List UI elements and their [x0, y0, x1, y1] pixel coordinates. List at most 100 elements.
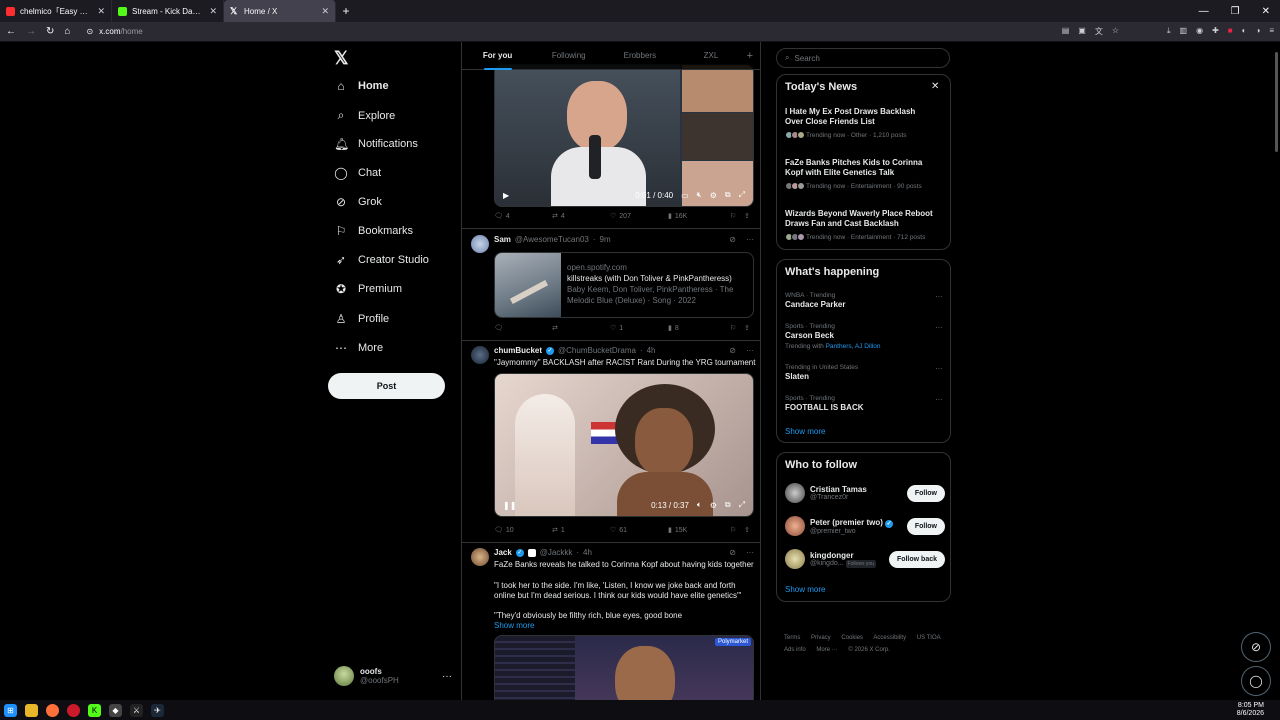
trend-topic[interactable]: Candace Parker: [785, 300, 845, 309]
video-player[interactable]: ❚❚ 0:13 / 0:37 🔈︎ ⚙ ⧉ ⤢: [494, 373, 754, 517]
account-icon[interactable]: ◉: [1196, 26, 1203, 37]
pip-icon[interactable]: ⧉: [725, 190, 731, 200]
reply-button[interactable]: 🗨︎ 4: [494, 212, 552, 221]
news-headline[interactable]: I Hate My Ex Post Draws Backlash Over Cl…: [785, 107, 935, 127]
share-icon[interactable]: ⇪: [744, 212, 754, 220]
video-player[interactable]: Polymarket: [494, 635, 754, 700]
search-input[interactable]: ⌕ Search: [776, 48, 950, 68]
author-name[interactable]: chumBucket: [494, 346, 542, 355]
avatar[interactable]: [785, 483, 805, 503]
views-button[interactable]: ▮ 16K: [668, 212, 722, 221]
repost-button[interactable]: ⇄ 1: [552, 526, 610, 535]
avatar[interactable]: [785, 516, 805, 536]
share-icon[interactable]: ⇪: [744, 526, 754, 534]
fullscreen-icon[interactable]: ⤢: [739, 190, 745, 200]
fullscreen-icon[interactable]: ⤢: [739, 500, 745, 510]
volume-icon[interactable]: 🔈︎: [697, 500, 702, 510]
pip-icon[interactable]: ⧉: [725, 500, 731, 510]
tab-following[interactable]: Following: [533, 51, 604, 60]
screenshot-icon[interactable]: ▣: [1078, 26, 1086, 37]
account-switcher[interactable]: ooofs @ooofsPH ···: [334, 666, 452, 686]
show-more-link[interactable]: Show more: [494, 621, 756, 631]
app-icon[interactable]: ◆: [109, 703, 122, 717]
views-button[interactable]: ▮ 8: [668, 324, 722, 333]
pause-icon[interactable]: ❚❚: [503, 501, 516, 510]
x-logo-icon[interactable]: 𝕏: [334, 48, 349, 69]
footer-link[interactable]: Privacy: [811, 635, 831, 641]
mute-icon[interactable]: 🔇︎: [697, 190, 702, 200]
system-clock[interactable]: 8:05 PM 8/6/2026: [1237, 702, 1280, 718]
extension-icon[interactable]: ■: [1228, 26, 1233, 37]
trend-topic[interactable]: Carson Beck: [785, 331, 834, 340]
nav-explore[interactable]: ⌕ Explore: [334, 108, 396, 123]
more-icon[interactable]: ···: [935, 364, 943, 373]
like-button[interactable]: ♡ 1: [610, 324, 668, 333]
nav-grok[interactable]: ⊘ Grok: [334, 195, 382, 209]
download-icon[interactable]: ⤓: [1167, 26, 1171, 37]
nav-profile[interactable]: ♙ Profile: [334, 312, 390, 326]
firefox-icon[interactable]: [46, 703, 59, 717]
windows-start-icon[interactable]: ⊞: [4, 703, 17, 717]
tab-erobbers[interactable]: Erobbers: [604, 51, 675, 60]
browser-tab-2[interactable]: Stream - Kick Dashboard ✕: [112, 0, 224, 22]
browser-tab-1[interactable]: chelmico「Easy Breezy」【Offi ✕: [0, 0, 112, 22]
author-handle[interactable]: @ChumBucketDrama: [558, 346, 636, 355]
maximize-icon[interactable]: ❐: [1231, 6, 1240, 17]
trend-topic[interactable]: FOOTBALL IS BACK: [785, 403, 864, 412]
more-icon[interactable]: ···: [746, 346, 754, 355]
extension-icon[interactable]: ◑: [1255, 26, 1260, 37]
footer-link[interactable]: Ads info: [784, 647, 806, 653]
avatar[interactable]: [471, 548, 489, 566]
captions-icon[interactable]: ▭: [681, 191, 689, 200]
more-icon[interactable]: ···: [935, 292, 943, 301]
tab-for-you[interactable]: For you: [462, 51, 533, 70]
scrollbar[interactable]: [1275, 52, 1278, 152]
close-icon[interactable]: ✕: [97, 6, 105, 17]
author-handle[interactable]: @Jackkk: [540, 548, 573, 557]
avatar[interactable]: [471, 346, 489, 364]
back-icon[interactable]: ←: [6, 26, 16, 37]
link-card[interactable]: open.spotify.com killstreaks (with Don T…: [494, 252, 754, 318]
nav-creator-studio[interactable]: ➶ Creator Studio: [334, 253, 429, 267]
forward-icon[interactable]: →: [26, 26, 36, 37]
play-icon[interactable]: ▶: [503, 191, 509, 200]
close-icon[interactable]: ✕: [209, 6, 217, 17]
follow-name[interactable]: Cristian Tamas: [810, 485, 867, 494]
follow-name[interactable]: Peter (premier two) ✓: [810, 518, 894, 528]
home-page-icon[interactable]: ⌂: [64, 26, 70, 37]
video-player[interactable]: ▶ 0:01 / 0:40 ▭ 🔇︎ ⚙ ⧉ ⤢: [494, 64, 754, 207]
reply-button[interactable]: 🗨︎: [494, 324, 552, 332]
show-more-link[interactable]: Show more: [785, 585, 825, 594]
grok-floating-button[interactable]: ⊘: [1241, 632, 1271, 662]
more-icon[interactable]: ···: [442, 671, 452, 682]
steam-icon[interactable]: ✈: [151, 703, 164, 717]
browser-tab-3[interactable]: 𝕏 Home / X ✕: [224, 0, 336, 22]
footer-link[interactable]: Cookies: [841, 635, 863, 641]
nav-home[interactable]: ⌂ Home: [334, 79, 388, 93]
news-headline[interactable]: Wizards Beyond Waverly Place Reboot Draw…: [785, 209, 935, 229]
nav-chat[interactable]: ◯ Chat: [334, 166, 381, 180]
new-tab-icon[interactable]: +: [336, 4, 356, 18]
more-icon[interactable]: ···: [935, 395, 943, 404]
follow-back-button[interactable]: Follow back: [888, 550, 945, 568]
like-button[interactable]: ♡ 61: [610, 526, 668, 535]
footer-link[interactable]: More ···: [816, 647, 837, 653]
nav-more[interactable]: ⋯ More: [334, 341, 383, 355]
footer-link[interactable]: Accessibility: [873, 635, 906, 641]
extension-icon[interactable]: ◐: [1242, 26, 1247, 37]
bookmark-icon[interactable]: ⚐: [730, 526, 744, 534]
opera-icon[interactable]: [67, 703, 80, 717]
news-headline[interactable]: FaZe Banks Pitches Kids to Corinna Kopf …: [785, 158, 935, 178]
bookmark-icon[interactable]: ⚐: [730, 212, 744, 220]
follow-button[interactable]: Follow: [906, 484, 945, 502]
share-icon[interactable]: ⇪: [744, 324, 754, 332]
kick-icon[interactable]: K: [88, 703, 101, 717]
site-info-icon[interactable]: ⊙: [86, 27, 93, 36]
minimize-icon[interactable]: —: [1199, 6, 1209, 17]
settings-icon[interactable]: ⚙: [710, 191, 717, 200]
author-name[interactable]: Sam: [494, 235, 511, 244]
extensions-icon[interactable]: ✚: [1212, 26, 1219, 37]
follow-name[interactable]: kingdonger: [810, 551, 876, 560]
views-button[interactable]: ▮ 15K: [668, 526, 722, 535]
author-handle[interactable]: @AwesomeTucan03: [515, 235, 589, 244]
